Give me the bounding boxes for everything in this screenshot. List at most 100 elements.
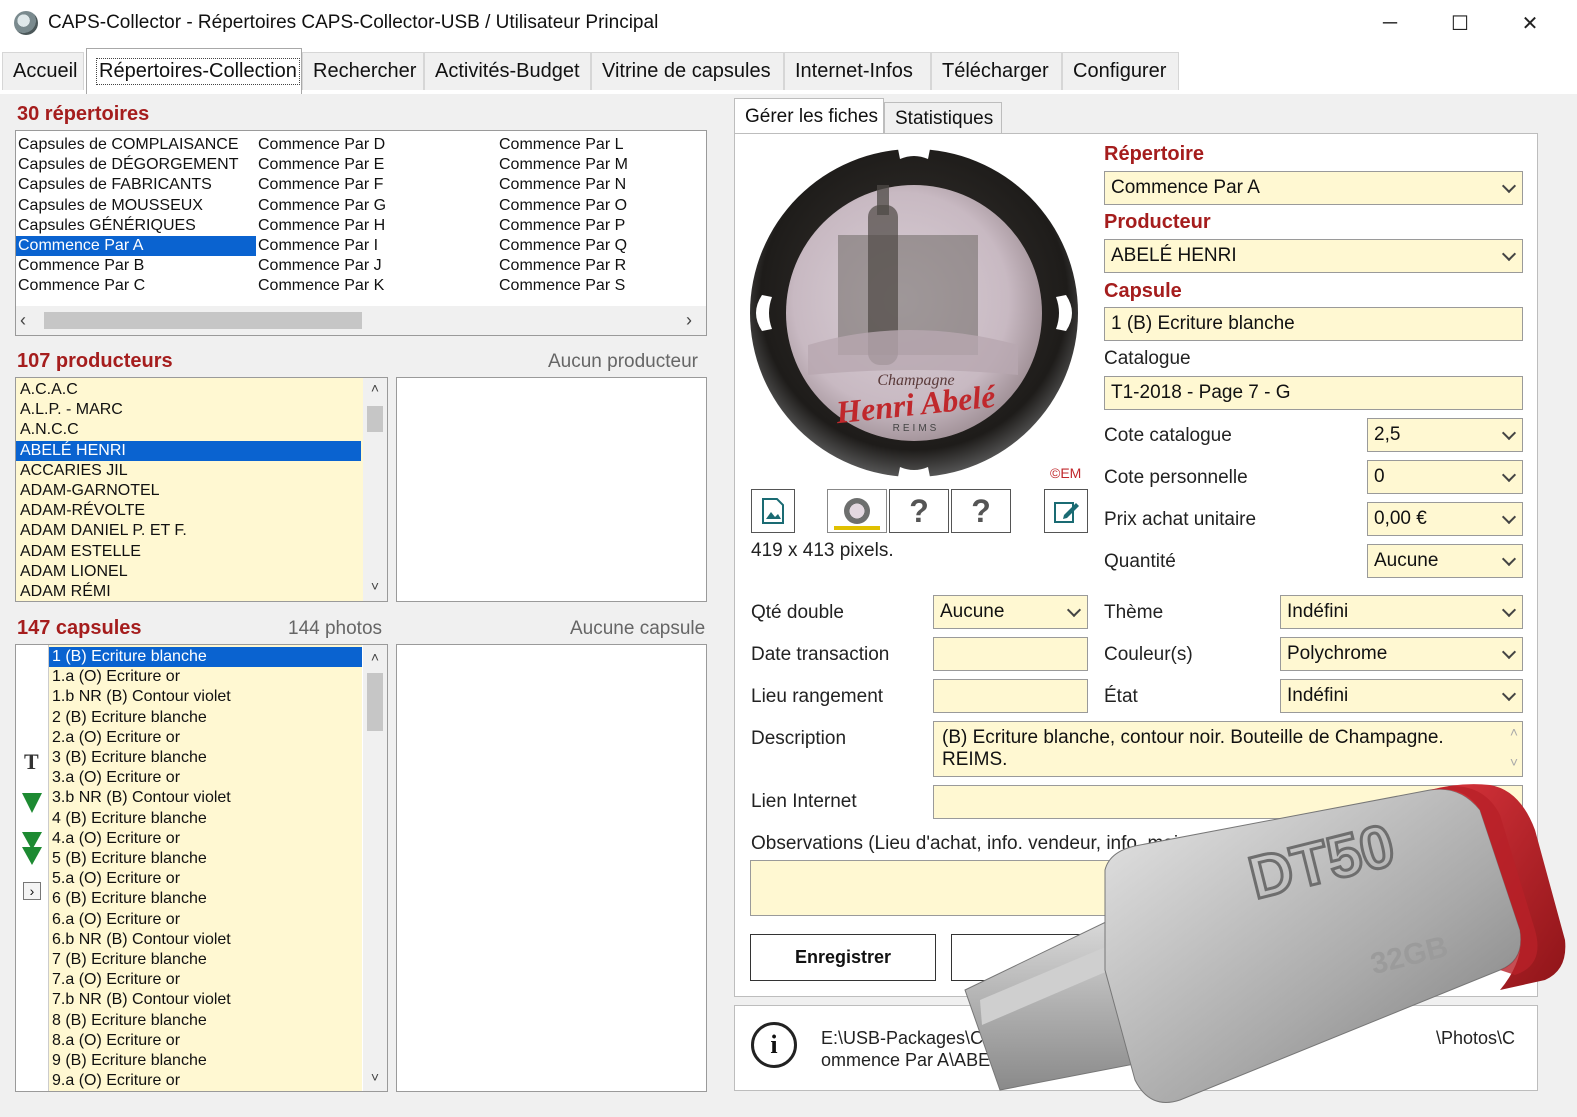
list-item[interactable]: Commence Par D: [256, 135, 496, 155]
list-item[interactable]: Capsules de MOUSSEUX: [16, 196, 256, 216]
capsule-field[interactable]: 1 (B) Ecriture blanche: [1104, 307, 1523, 341]
list-item[interactable]: A.C.A.C: [16, 380, 361, 400]
quantite-select[interactable]: Aucune: [1367, 544, 1523, 578]
question-icon[interactable]: ?: [889, 489, 949, 533]
repertoires-hscrollbar[interactable]: ‹ ›: [16, 306, 706, 335]
scroll-up-icon[interactable]: ˄: [363, 649, 387, 665]
tab-rechercher[interactable]: Rechercher: [302, 52, 424, 90]
list-item[interactable]: Capsules de COMPLAISANCE: [16, 135, 256, 155]
producteurs-list[interactable]: A.C.A.C A.L.P. - MARC A.N.C.C ABELÉ HENRI AC…: [15, 377, 388, 602]
list-item[interactable]: 6 (B) Ecriture blanche: [49, 889, 362, 909]
lieu-field[interactable]: [933, 679, 1088, 713]
list-item[interactable]: Commence Par O: [497, 196, 697, 216]
tab-vitrine[interactable]: Vitrine de capsules: [591, 52, 784, 90]
list-item[interactable]: Capsules de FABRICANTS: [16, 175, 256, 195]
list-item[interactable]: Commence Par L: [497, 135, 697, 155]
list-item[interactable]: 9 (B) Ecriture blanche: [49, 1051, 362, 1071]
cote-perso-select[interactable]: 0: [1367, 460, 1523, 494]
cote-catalogue-select[interactable]: 2,5: [1367, 418, 1523, 452]
list-item[interactable]: Commence Par F: [256, 175, 496, 195]
list-item[interactable]: Commence Par I: [256, 236, 496, 256]
list-item[interactable]: ADAM-GARNOTEL: [16, 481, 361, 501]
list-item[interactable]: 8.a (O) Ecriture or: [49, 1031, 362, 1051]
list-item[interactable]: ADAM RÉMI: [16, 582, 361, 602]
scroll-down-icon[interactable]: ˅: [363, 578, 387, 594]
close-button[interactable]: ✕: [1495, 0, 1565, 46]
scroll-right-icon[interactable]: ›: [686, 310, 692, 331]
scroll-down-icon[interactable]: ˅: [1510, 754, 1518, 770]
qte-double-select[interactable]: Aucune: [933, 595, 1088, 629]
image-icon[interactable]: [751, 489, 795, 533]
scroll-up-icon[interactable]: ˄: [363, 380, 387, 396]
list-item[interactable]: ADAM ESTELLE: [16, 542, 361, 562]
repertoires-list[interactable]: Capsules de COMPLAISANCE Capsules de DÉGO…: [15, 130, 707, 336]
producteurs-vscrollbar[interactable]: ˄ ˅: [363, 378, 387, 601]
repertoire-select[interactable]: Commence Par A: [1104, 171, 1523, 205]
list-item[interactable]: 6.a (O) Ecriture or: [49, 910, 362, 930]
minimize-button[interactable]: ─: [1355, 0, 1425, 46]
producteur-select[interactable]: ABELÉ HENRI: [1104, 239, 1523, 273]
couleurs-select[interactable]: Polychrome: [1280, 637, 1523, 671]
list-item[interactable]: Capsules de DÉGORGEMENT: [16, 155, 256, 175]
list-item[interactable]: ADAM LIONEL: [16, 562, 361, 582]
tab-repertoires-collection[interactable]: Répertoires-Collection: [86, 48, 302, 94]
tab-gerer-fiches[interactable]: Gérer les fiches: [734, 98, 884, 134]
list-item[interactable]: Commence Par H: [256, 216, 496, 236]
scroll-left-icon[interactable]: ‹: [20, 310, 26, 331]
theme-select[interactable]: Indéfini: [1280, 595, 1523, 629]
list-item[interactable]: Commence Par S: [497, 276, 697, 296]
list-item[interactable]: ABELÉ HENRI: [16, 440, 361, 461]
question-icon-2[interactable]: ?: [951, 489, 1011, 533]
list-item[interactable]: 5.a (O) Ecriture or: [49, 869, 362, 889]
tab-internet-infos[interactable]: Internet-Infos: [784, 52, 931, 90]
list-item[interactable]: Commence Par E: [256, 155, 496, 175]
list-item[interactable]: ADAM DANIEL P. ET F.: [16, 521, 361, 541]
list-item[interactable]: 6.b NR (B) Contour violet: [49, 930, 362, 950]
expand-icon[interactable]: ›: [23, 882, 41, 900]
list-item[interactable]: A.L.P. - MARC: [16, 400, 361, 420]
list-item[interactable]: 7.a (O) Ecriture or: [49, 970, 362, 990]
list-item[interactable]: Commence Par N: [497, 175, 697, 195]
list-item[interactable]: Commence Par R: [497, 256, 697, 276]
description-field[interactable]: (B) Ecriture blanche, contour noir. Bout…: [933, 721, 1523, 777]
scroll-down-icon[interactable]: ˅: [363, 1069, 387, 1085]
list-item[interactable]: Commence Par M: [497, 155, 697, 175]
list-item[interactable]: 1.b NR (B) Contour violet: [49, 687, 362, 707]
date-field[interactable]: [933, 637, 1088, 671]
list-item[interactable]: 3 (B) Ecriture blanche: [49, 748, 362, 768]
list-item[interactable]: 4 (B) Ecriture blanche: [49, 809, 362, 829]
list-item[interactable]: Commence Par A: [16, 236, 256, 257]
list-item[interactable]: 9.a (O) Ecriture or: [49, 1071, 362, 1091]
tab-accueil[interactable]: Accueil: [2, 52, 84, 90]
catalogue-field[interactable]: T1-2018 - Page 7 - G: [1104, 376, 1523, 410]
list-item[interactable]: Commence Par Q: [497, 236, 697, 256]
list-item[interactable]: 8 (B) Ecriture blanche: [49, 1011, 362, 1031]
list-item[interactable]: 2.a (O) Ecriture or: [49, 728, 362, 748]
list-item[interactable]: 7 (B) Ecriture blanche: [49, 950, 362, 970]
scroll-thumb[interactable]: [367, 673, 383, 731]
text-tool-icon[interactable]: T: [24, 749, 39, 775]
prix-select[interactable]: 0,00 €: [1367, 502, 1523, 536]
tab-configurer[interactable]: Configurer: [1062, 52, 1179, 90]
next-arrow-icon[interactable]: [22, 793, 42, 813]
scroll-thumb[interactable]: [44, 312, 362, 329]
capsules-list[interactable]: 1 (B) Ecriture blanche 1.a (O) Ecriture o…: [49, 645, 362, 1091]
scroll-up-icon[interactable]: ˄: [1510, 724, 1518, 740]
list-item[interactable]: ACCARIES JIL: [16, 461, 361, 481]
list-item[interactable]: 7.b NR (B) Contour violet: [49, 990, 362, 1010]
list-item[interactable]: 1.a (O) Ecriture or: [49, 667, 362, 687]
list-item[interactable]: A.N.C.C: [16, 420, 361, 440]
list-item[interactable]: 2 (B) Ecriture blanche: [49, 708, 362, 728]
capsules-vscrollbar[interactable]: ˄ ˅: [363, 645, 387, 1091]
list-item[interactable]: 1 (B) Ecriture blanche: [49, 647, 362, 668]
tab-statistiques[interactable]: Statistiques: [884, 102, 1002, 134]
list-item[interactable]: Commence Par J: [256, 256, 496, 276]
edit-icon[interactable]: [1044, 489, 1088, 533]
list-item[interactable]: Commence Par K: [256, 276, 496, 296]
list-item[interactable]: Commence Par B: [16, 256, 256, 276]
list-item[interactable]: Commence Par G: [256, 196, 496, 216]
capsule-thumb-icon[interactable]: [827, 489, 887, 533]
scroll-thumb[interactable]: [367, 406, 383, 432]
list-item[interactable]: Capsules GÉNÉRIQUES: [16, 216, 256, 236]
list-item[interactable]: 3.b NR (B) Contour violet: [49, 788, 362, 808]
